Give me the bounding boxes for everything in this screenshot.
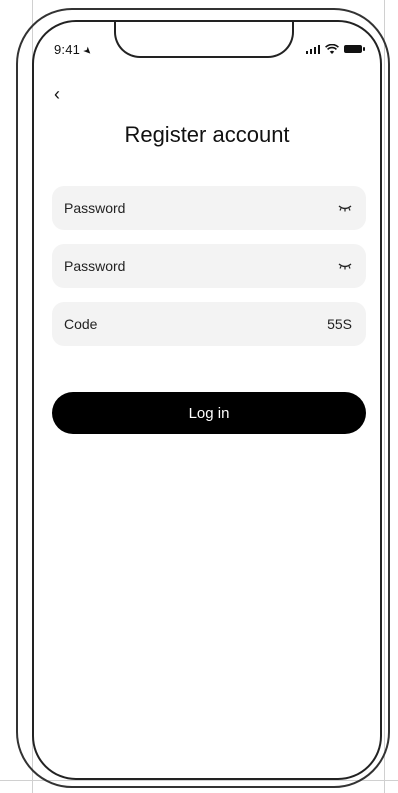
status-time: 9:41➤ <box>54 42 95 59</box>
wifi-icon <box>325 43 339 54</box>
password-field[interactable]: Password <box>52 186 366 230</box>
battery-icon <box>344 45 365 53</box>
status-icons <box>305 42 365 56</box>
login-button[interactable]: Log in <box>52 392 366 434</box>
code-countdown[interactable]: 55S <box>327 316 352 332</box>
status-time-label: 9:41 <box>54 42 81 57</box>
password-field-label: Password <box>64 200 126 216</box>
page-title: Register account <box>124 122 290 147</box>
cellular-signal-icon <box>305 44 320 54</box>
confirm-password-field-label: Password <box>64 258 126 274</box>
location-arrow-icon: ➤ <box>80 44 95 59</box>
back-button[interactable]: ‹ <box>54 84 60 105</box>
eye-closed-icon[interactable] <box>338 262 352 270</box>
eye-closed-icon[interactable] <box>338 204 352 212</box>
chevron-left-icon: ‹ <box>54 84 60 104</box>
notch <box>114 22 294 58</box>
device-frame: 9:41➤ ‹ Register account Password Passwo… <box>0 0 398 793</box>
confirm-password-field[interactable]: Password <box>52 244 366 288</box>
code-field-label: Code <box>64 316 98 332</box>
phone-screen: 9:41➤ ‹ Register account Password Passwo… <box>32 20 382 780</box>
code-field[interactable]: Code 55S <box>52 302 366 346</box>
